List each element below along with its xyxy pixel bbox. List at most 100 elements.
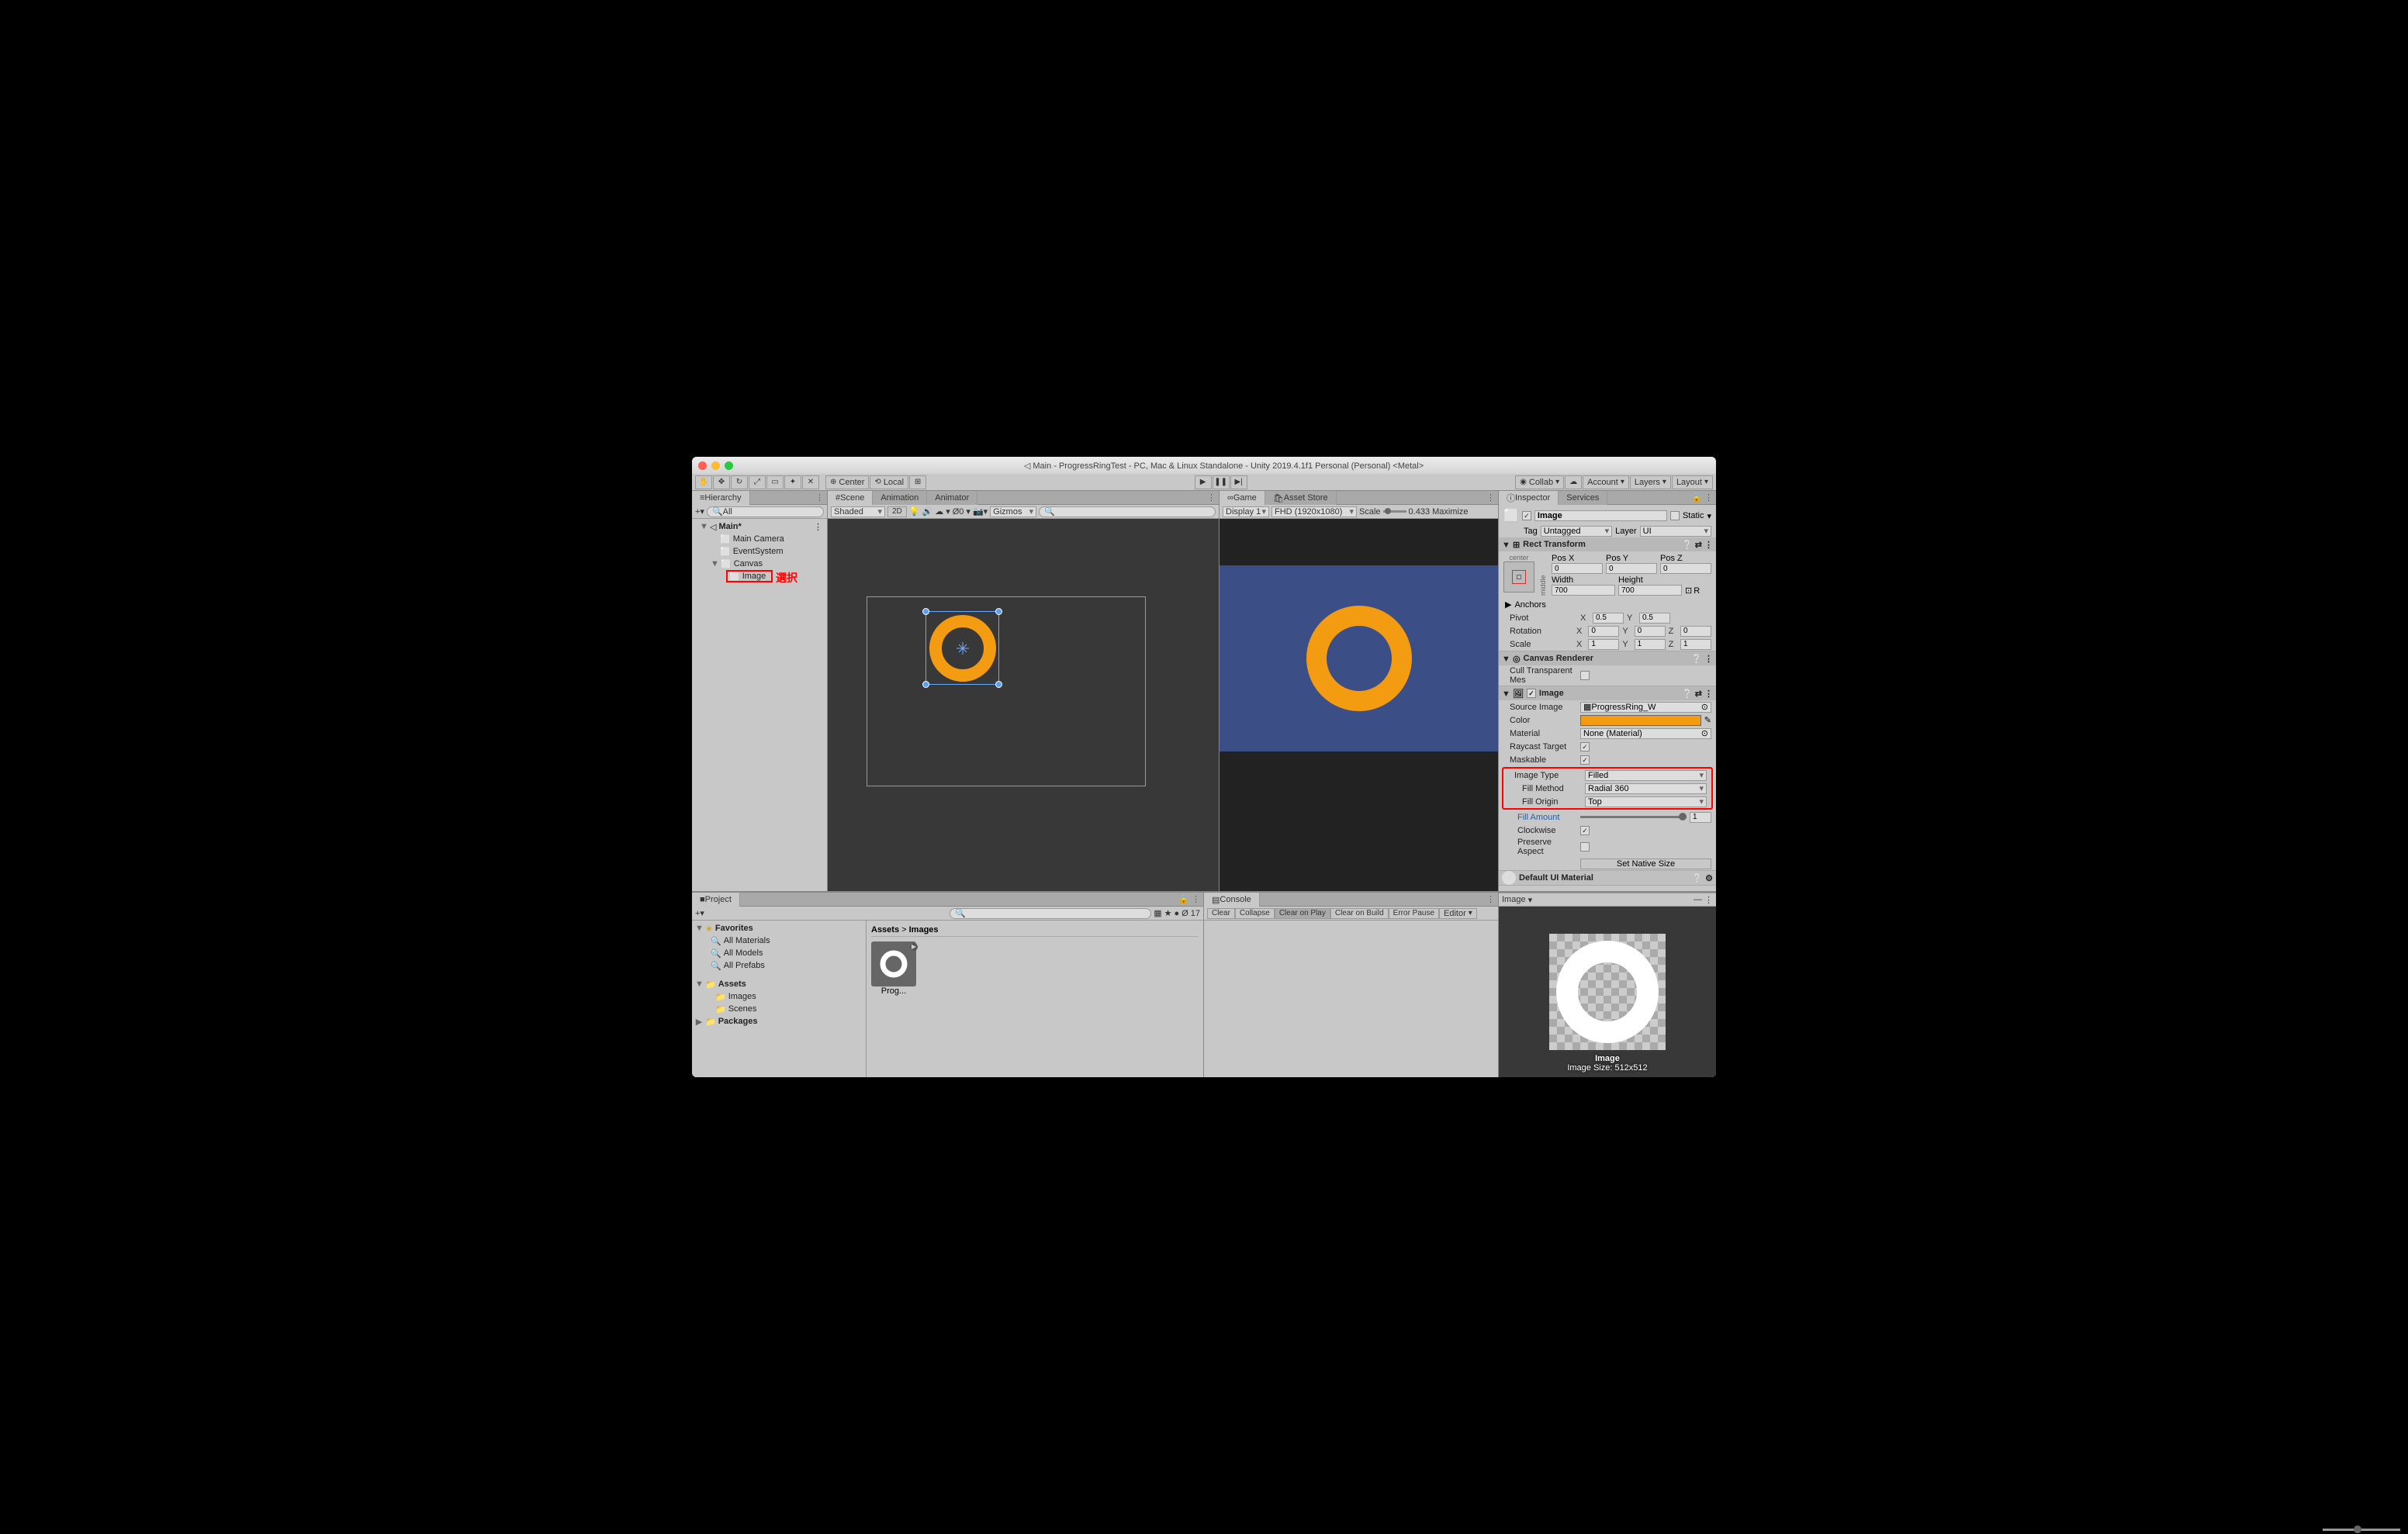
rot-z-field[interactable] <box>1680 626 1711 637</box>
image-component-header[interactable]: ▼ 🖼 Image❔ ⇄ ⋮ <box>1499 686 1716 700</box>
pivot-x-field[interactable] <box>1593 613 1624 624</box>
scale-slider[interactable] <box>1383 510 1406 513</box>
display-dropdown[interactable]: Display 1 <box>1223 506 1269 517</box>
layer-dropdown[interactable]: UI <box>1640 526 1711 537</box>
hierarchy-item-camera[interactable]: ⬜ Main Camera <box>692 533 827 545</box>
rect-transform-header[interactable]: ▼ ⊞ Rect Transform❔ ⇄ ⋮ <box>1499 537 1716 551</box>
anchor-preset-button[interactable] <box>1503 561 1534 593</box>
hierarchy-item-eventsystem[interactable]: ⬜ EventSystem <box>692 545 827 558</box>
tag-dropdown[interactable]: Untagged <box>1541 526 1612 537</box>
image-type-dropdown[interactable]: Filled <box>1585 770 1707 781</box>
favorites-folder[interactable]: ▼★ Favorites <box>692 922 866 935</box>
shading-mode-dropdown[interactable]: Shaded <box>831 506 885 517</box>
source-image-field[interactable]: ▦ProgressRing_W⊙ <box>1580 702 1711 713</box>
fx-icon[interactable]: ☁ <box>935 506 943 517</box>
add-button[interactable]: +▾ <box>695 506 704 517</box>
scale-tool[interactable]: ⤢ <box>749 475 766 489</box>
pause-button[interactable]: ❚❚ <box>1213 475 1230 489</box>
height-field[interactable] <box>1618 585 1682 596</box>
gameobject-name-field[interactable] <box>1534 510 1667 521</box>
fill-amount-slider[interactable] <box>1580 816 1687 818</box>
context-menu-icon[interactable]: ⋮ <box>1207 492 1216 503</box>
set-native-size-button[interactable]: Set Native Size <box>1580 859 1711 869</box>
filter-icon[interactable]: ▦ <box>1154 908 1161 918</box>
search-all-models[interactable]: 🔍 All Models <box>692 947 866 959</box>
scene-view[interactable] <box>828 519 1219 891</box>
pivot-center-button[interactable]: ⊕Center <box>825 475 869 489</box>
pivot-y-field[interactable] <box>1639 613 1670 624</box>
cull-checkbox[interactable] <box>1580 671 1590 680</box>
maximize-button[interactable] <box>725 461 733 470</box>
lock-icon[interactable]: 🔒 <box>1691 492 1702 503</box>
images-folder[interactable]: 📁 Images <box>692 990 866 1003</box>
close-button[interactable] <box>698 461 707 470</box>
custom-tool[interactable]: ✕ <box>802 475 819 489</box>
anchors-foldout[interactable]: Anchors <box>1514 600 1545 610</box>
hierarchy-tab[interactable]: ≡ Hierarchy <box>692 491 750 505</box>
collab-button[interactable]: ◉ Collab ▾ <box>1515 475 1564 489</box>
preserve-aspect-checkbox[interactable] <box>1580 842 1590 852</box>
account-button[interactable]: Account ▾ <box>1583 475 1629 489</box>
material-field[interactable]: None (Material)⊙ <box>1580 728 1711 739</box>
static-checkbox[interactable] <box>1670 511 1680 520</box>
editor-button[interactable]: Editor▾ <box>1439 908 1477 919</box>
preview-tab[interactable]: Image <box>1502 895 1526 904</box>
posy-field[interactable] <box>1606 563 1657 574</box>
context-menu-icon[interactable]: ⋮ <box>815 492 824 503</box>
asset-thumbnail[interactable]: ▶ Prog... <box>871 941 916 996</box>
scale-y-field[interactable] <box>1635 639 1666 650</box>
eyedropper-icon[interactable]: ✎ <box>1704 715 1711 725</box>
favorite-icon[interactable]: ★ <box>1164 908 1172 918</box>
hierarchy-search[interactable]: 🔍 All <box>707 506 824 517</box>
posx-field[interactable] <box>1552 563 1603 574</box>
resolution-dropdown[interactable]: FHD (1920x1080) <box>1271 506 1357 517</box>
rot-x-field[interactable] <box>1588 626 1619 637</box>
minimize-button[interactable] <box>711 461 720 470</box>
active-checkbox[interactable] <box>1522 511 1531 520</box>
clockwise-checkbox[interactable] <box>1580 826 1590 835</box>
packages-folder[interactable]: ▶📁 Packages <box>692 1015 866 1028</box>
fill-method-dropdown[interactable]: Radial 360 <box>1585 783 1707 794</box>
maskable-checkbox[interactable] <box>1580 755 1590 765</box>
hidden-icon[interactable]: Ø <box>1182 909 1188 918</box>
scene-tab[interactable]: # Scene <box>828 491 873 505</box>
pivot-local-button[interactable]: ⟲Local <box>870 475 908 489</box>
layers-button[interactable]: Layers ▾ <box>1630 475 1671 489</box>
clear-on-build-button[interactable]: Clear on Build <box>1330 908 1389 919</box>
hierarchy-item-canvas[interactable]: ▼⬜ Canvas <box>692 558 827 570</box>
label-icon[interactable]: ● <box>1175 909 1180 918</box>
animation-tab[interactable]: Animation <box>873 491 927 505</box>
scene-search[interactable]: 🔍 <box>1039 506 1216 517</box>
step-button[interactable]: ▶| <box>1230 475 1247 489</box>
project-tab[interactable]: ■ Project <box>692 893 740 907</box>
inspector-tab[interactable]: ⓘ Inspector <box>1499 491 1559 505</box>
animator-tab[interactable]: Animator <box>927 491 977 505</box>
gizmos-dropdown[interactable]: Gizmos <box>990 506 1036 517</box>
maximize-toggle[interactable]: Maximize <box>1432 507 1468 517</box>
rot-y-field[interactable] <box>1635 626 1666 637</box>
error-pause-button[interactable]: Error Pause <box>1389 908 1439 919</box>
lock-icon[interactable]: 🔒 <box>1178 894 1189 904</box>
move-tool[interactable]: ✥ <box>713 475 730 489</box>
2d-toggle[interactable]: 2D <box>887 506 907 517</box>
rect-tool[interactable]: ▭ <box>766 475 784 489</box>
fill-origin-dropdown[interactable]: Top <box>1585 796 1707 807</box>
raycast-checkbox[interactable] <box>1580 742 1590 751</box>
camera-icon[interactable]: 📷▾ <box>973 506 988 517</box>
clear-on-play-button[interactable]: Clear on Play <box>1275 908 1330 919</box>
snap-button[interactable]: ⊞ <box>909 475 926 489</box>
layout-button[interactable]: Layout ▾ <box>1672 475 1713 489</box>
blueprint-icon[interactable]: ⊡ <box>1685 586 1692 596</box>
posz-field[interactable] <box>1660 563 1711 574</box>
scenes-folder[interactable]: 📁 Scenes <box>692 1003 866 1015</box>
color-field[interactable] <box>1580 715 1701 726</box>
material-header[interactable]: Default UI Material❔ ⚙ <box>1499 871 1716 885</box>
raw-icon[interactable]: R <box>1694 586 1700 596</box>
light-icon[interactable]: 💡 <box>909 506 920 517</box>
width-field[interactable] <box>1552 585 1615 596</box>
game-tab[interactable]: ∞ Game <box>1220 491 1265 505</box>
hand-tool[interactable]: ✋ <box>695 475 712 489</box>
services-tab[interactable]: Services <box>1559 491 1607 505</box>
transform-tool[interactable]: ✦ <box>784 475 801 489</box>
cloud-button[interactable]: ☁ <box>1565 475 1582 489</box>
